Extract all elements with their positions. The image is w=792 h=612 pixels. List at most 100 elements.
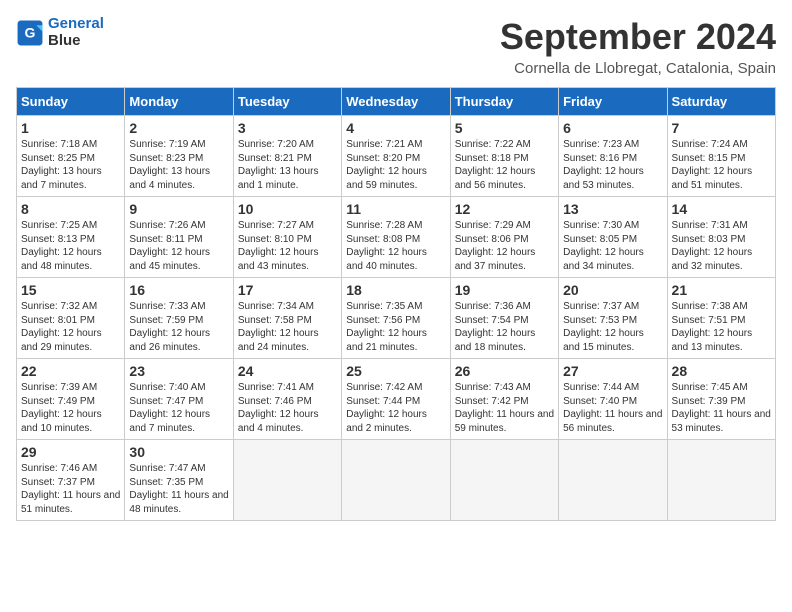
month-title: September 2024 [500, 16, 776, 58]
day-number: 9 [129, 201, 228, 217]
day-number: 18 [346, 282, 445, 298]
day-number: 4 [346, 120, 445, 136]
day-number: 11 [346, 201, 445, 217]
calendar-day-cell: 9 Sunrise: 7:26 AMSunset: 8:11 PMDaylight… [125, 197, 233, 278]
day-number: 28 [672, 363, 771, 379]
day-info: Sunrise: 7:45 AMSunset: 7:39 PMDaylight:… [672, 381, 771, 435]
day-info: Sunrise: 7:40 AMSunset: 7:47 PMDaylight:… [129, 381, 228, 435]
logo-text-blue: Blue [48, 33, 104, 50]
calendar-day-cell: 20 Sunrise: 7:37 AMSunset: 7:53 PMDayligh… [559, 278, 667, 359]
calendar-day-cell: 4Sunrise: 7:21 AMSunset: 8:20 PMDaylight… [342, 116, 450, 197]
weekday-header-cell: Friday [559, 88, 667, 116]
calendar-week-row: 22 Sunrise: 7:39 AMSunset: 7:49 PMDayligh… [17, 359, 776, 440]
day-info: Sunrise: 7:46 AMSunset: 7:37 PMDaylight:… [21, 462, 120, 516]
day-info: Sunrise: 7:38 AMSunset: 7:51 PMDaylight:… [672, 300, 771, 354]
calendar-day-cell [450, 440, 558, 521]
day-info: Sunrise: 7:31 AMSunset: 8:03 PMDaylight:… [672, 219, 771, 273]
location-title: Cornella de Llobregat, Catalonia, Spain [500, 60, 776, 77]
day-number: 22 [21, 363, 120, 379]
calendar-week-row: 8Sunrise: 7:25 AMSunset: 8:13 PMDaylight… [17, 197, 776, 278]
day-info: Sunrise: 7:30 AMSunset: 8:05 PMDaylight:… [563, 219, 662, 273]
day-info: Sunrise: 7:27 AMSunset: 8:10 PMDaylight:… [238, 219, 337, 273]
day-number: 13 [563, 201, 662, 217]
day-number: 26 [455, 363, 554, 379]
day-info: Sunrise: 7:47 AMSunset: 7:35 PMDaylight:… [129, 462, 228, 516]
day-number: 5 [455, 120, 554, 136]
day-number: 3 [238, 120, 337, 136]
title-area: September 2024 Cornella de Llobregat, Ca… [500, 16, 776, 77]
day-info: Sunrise: 7:29 AMSunset: 8:06 PMDaylight:… [455, 219, 554, 273]
calendar-day-cell [342, 440, 450, 521]
calendar-day-cell: 1 Sunrise: 7:18 AMSunset: 8:25 PMDaylight… [17, 116, 125, 197]
day-number: 23 [129, 363, 228, 379]
day-info: Sunrise: 7:37 AMSunset: 7:53 PMDaylight:… [563, 300, 662, 354]
calendar-day-cell: 7Sunrise: 7:24 AMSunset: 8:15 PMDaylight… [667, 116, 775, 197]
calendar-day-cell [667, 440, 775, 521]
day-number: 24 [238, 363, 337, 379]
weekday-header-row: SundayMondayTuesdayWednesdayThursdayFrid… [17, 88, 776, 116]
day-info: Sunrise: 7:22 AMSunset: 8:18 PMDaylight:… [455, 138, 554, 192]
day-number: 17 [238, 282, 337, 298]
calendar-week-row: 15Sunrise: 7:32 AMSunset: 8:01 PMDayligh… [17, 278, 776, 359]
day-number: 6 [563, 120, 662, 136]
day-info: Sunrise: 7:20 AMSunset: 8:21 PMDaylight:… [238, 138, 337, 192]
calendar-day-cell: 29 Sunrise: 7:46 AMSunset: 7:37 PMDayligh… [17, 440, 125, 521]
calendar-day-cell: 6 Sunrise: 7:23 AMSunset: 8:16 PMDaylight… [559, 116, 667, 197]
calendar-day-cell: 11 Sunrise: 7:28 AMSunset: 8:08 PMDayligh… [342, 197, 450, 278]
calendar-day-cell: 26Sunrise: 7:43 AMSunset: 7:42 PMDayligh… [450, 359, 558, 440]
day-info: Sunrise: 7:23 AMSunset: 8:16 PMDaylight:… [563, 138, 662, 192]
calendar-week-row: 1 Sunrise: 7:18 AMSunset: 8:25 PMDaylight… [17, 116, 776, 197]
calendar-day-cell: 18 Sunrise: 7:35 AMSunset: 7:56 PMDayligh… [342, 278, 450, 359]
day-number: 27 [563, 363, 662, 379]
calendar-day-cell: 28 Sunrise: 7:45 AMSunset: 7:39 PMDayligh… [667, 359, 775, 440]
day-number: 14 [672, 201, 771, 217]
day-number: 20 [563, 282, 662, 298]
calendar-day-cell: 14 Sunrise: 7:31 AMSunset: 8:03 PMDayligh… [667, 197, 775, 278]
calendar-body: 1 Sunrise: 7:18 AMSunset: 8:25 PMDaylight… [17, 116, 776, 521]
calendar-day-cell: 23 Sunrise: 7:40 AMSunset: 7:47 PMDayligh… [125, 359, 233, 440]
day-info: Sunrise: 7:32 AMSunset: 8:01 PMDaylight:… [21, 300, 120, 354]
day-number: 10 [238, 201, 337, 217]
weekday-header-cell: Saturday [667, 88, 775, 116]
day-info: Sunrise: 7:28 AMSunset: 8:08 PMDaylight:… [346, 219, 445, 273]
calendar-day-cell: 27 Sunrise: 7:44 AMSunset: 7:40 PMDayligh… [559, 359, 667, 440]
day-info: Sunrise: 7:42 AMSunset: 7:44 PMDaylight:… [346, 381, 445, 435]
logo-text-general: General [48, 15, 104, 32]
day-info: Sunrise: 7:44 AMSunset: 7:40 PMDaylight:… [563, 381, 662, 435]
calendar-day-cell: 8Sunrise: 7:25 AMSunset: 8:13 PMDaylight… [17, 197, 125, 278]
calendar-day-cell: 3 Sunrise: 7:20 AMSunset: 8:21 PMDaylight… [233, 116, 341, 197]
day-number: 1 [21, 120, 120, 136]
day-number: 30 [129, 444, 228, 460]
calendar-day-cell [559, 440, 667, 521]
day-number: 8 [21, 201, 120, 217]
day-info: Sunrise: 7:34 AMSunset: 7:58 PMDaylight:… [238, 300, 337, 354]
day-info: Sunrise: 7:26 AMSunset: 8:11 PMDaylight:… [129, 219, 228, 273]
day-info: Sunrise: 7:36 AMSunset: 7:54 PMDaylight:… [455, 300, 554, 354]
page-header: G General Blue September 2024 Cornella d… [16, 16, 776, 77]
calendar-day-cell: 13 Sunrise: 7:30 AMSunset: 8:05 PMDayligh… [559, 197, 667, 278]
day-number: 16 [129, 282, 228, 298]
calendar-day-cell: 19 Sunrise: 7:36 AMSunset: 7:54 PMDayligh… [450, 278, 558, 359]
day-info: Sunrise: 7:35 AMSunset: 7:56 PMDaylight:… [346, 300, 445, 354]
calendar-day-cell: 15Sunrise: 7:32 AMSunset: 8:01 PMDayligh… [17, 278, 125, 359]
day-info: Sunrise: 7:18 AMSunset: 8:25 PMDaylight:… [21, 138, 120, 192]
calendar-day-cell [233, 440, 341, 521]
day-number: 12 [455, 201, 554, 217]
calendar-day-cell: 10 Sunrise: 7:27 AMSunset: 8:10 PMDayligh… [233, 197, 341, 278]
weekday-header-cell: Thursday [450, 88, 558, 116]
logo: G General Blue [16, 16, 104, 49]
day-number: 21 [672, 282, 771, 298]
calendar-day-cell: 12 Sunrise: 7:29 AMSunset: 8:06 PMDayligh… [450, 197, 558, 278]
day-number: 29 [21, 444, 120, 460]
svg-text:G: G [25, 24, 36, 40]
day-info: Sunrise: 7:41 AMSunset: 7:46 PMDaylight:… [238, 381, 337, 435]
day-info: Sunrise: 7:19 AMSunset: 8:23 PMDaylight:… [129, 138, 228, 192]
weekday-header-cell: Monday [125, 88, 233, 116]
day-info: Sunrise: 7:39 AMSunset: 7:49 PMDaylight:… [21, 381, 120, 435]
weekday-header-cell: Tuesday [233, 88, 341, 116]
weekday-header-cell: Wednesday [342, 88, 450, 116]
day-number: 19 [455, 282, 554, 298]
calendar-day-cell: 2 Sunrise: 7:19 AMSunset: 8:23 PMDaylight… [125, 116, 233, 197]
calendar-day-cell: 17 Sunrise: 7:34 AMSunset: 7:58 PMDayligh… [233, 278, 341, 359]
day-number: 2 [129, 120, 228, 136]
